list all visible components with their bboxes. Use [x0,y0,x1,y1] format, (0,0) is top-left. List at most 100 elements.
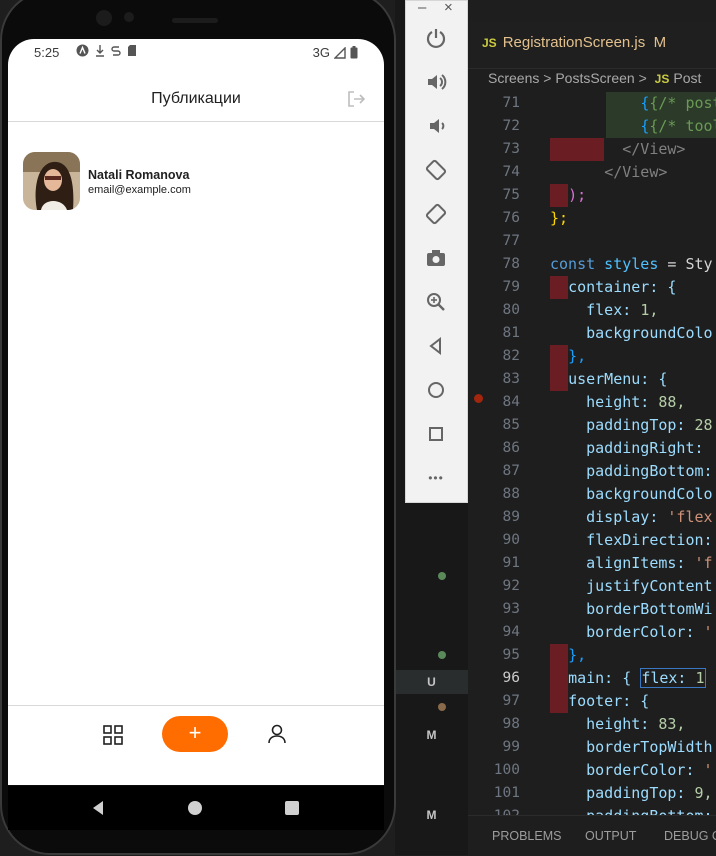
code-line[interactable]: display: 'flex [550,506,716,529]
code-line[interactable]: }; [550,207,716,230]
breadcrumb-item[interactable]: Post [673,70,701,86]
code-line[interactable]: paddingRight: [550,437,716,460]
zoom-icon[interactable] [420,287,452,317]
modified-badge: M [426,728,437,742]
breadcrumb-separator: > [638,70,647,86]
line-number: 92 [502,578,520,594]
code-line[interactable]: paddingBottom: [550,460,716,483]
line-number: 99 [502,739,520,755]
line-number: 91 [502,555,520,571]
code-line[interactable]: flex: 1, [550,299,716,322]
sync-notification-icon [111,46,121,56]
code-line[interactable]: paddingTop: 9, [550,782,716,805]
line-number: 90 [502,532,520,548]
phone-frame: 5:25 3G Публикации Natali Romanova email… [0,0,396,855]
rotate-left-icon[interactable] [420,155,452,185]
line-number: 86 [502,440,520,456]
rotate-right-icon[interactable] [420,199,452,229]
line-number: 97 [502,693,520,709]
power-icon[interactable] [420,23,452,53]
tab-bar: + [8,705,384,785]
code-line[interactable] [550,230,716,253]
home-icon[interactable] [420,375,452,405]
line-number: 78 [502,256,520,272]
battery-icon [350,46,358,59]
line-number: 72 [502,118,520,134]
front-camera [96,10,112,26]
code-line[interactable]: backgroundColo [550,322,716,345]
line-number: 83 [502,371,520,387]
line-number: 82 [502,348,520,364]
code-line[interactable]: alignItems: 'f [550,552,716,575]
download-notification-icon [96,45,104,57]
code-line[interactable]: borderColor: ' [550,759,716,782]
line-number: 85 [502,417,520,433]
sd-card-icon [128,45,136,56]
breadcrumb-item[interactable]: PostsScreen [555,70,634,86]
add-post-button[interactable]: + [162,716,228,752]
code-line[interactable]: backgroundColo [550,483,716,506]
logout-icon[interactable] [346,89,366,109]
code-line[interactable]: borderBottomWi [550,598,716,621]
code-line[interactable]: {{/* postli [550,92,716,115]
close-button[interactable]: × [444,0,453,16]
code-line[interactable]: footer: { [550,690,716,713]
tab-filename: RegistrationScreen.js [502,34,646,51]
user-name: Natali Romanova [88,168,190,182]
code-line[interactable]: }, [550,345,716,368]
profile-icon[interactable] [266,723,288,745]
line-number: 100 [493,762,520,778]
grid-icon[interactable] [103,725,123,745]
code-line[interactable]: const styles = Sty [550,253,716,276]
debug-console-tab[interactable]: DEBUG C [664,829,716,843]
code-line[interactable]: flexDirection: [550,529,716,552]
code-line[interactable]: borderTopWidth [550,736,716,759]
code-line[interactable]: userMenu: { [550,368,716,391]
more-icon[interactable]: ••• [420,463,452,493]
code-line[interactable]: paddingTop: 28 [550,414,716,437]
app-header: Публикации [8,67,384,122]
javascript-file-icon: JS [654,72,670,86]
git-status-dot [438,572,446,580]
code-line[interactable]: </View> [550,161,716,184]
line-number: 81 [502,325,520,341]
volume-down-icon[interactable] [420,111,452,141]
breadcrumb-separator: > [543,70,552,86]
breadcrumb: Screens > PostsScreen > JS Post [488,70,701,86]
code-line[interactable]: ); [550,184,716,207]
network-type: 3G [312,45,330,60]
volume-up-icon[interactable] [420,67,452,97]
back-icon[interactable] [420,331,452,361]
app-notification-icon [76,44,89,57]
code-line[interactable]: height: 88, [550,391,716,414]
code-line[interactable]: justifyContent [550,575,716,598]
user-email: email@example.com [88,184,191,196]
code-line[interactable]: height: 83, [550,713,716,736]
minimize-button[interactable]: – [418,0,426,16]
editor-tab[interactable]: JS RegistrationScreen.js M [482,34,666,51]
line-number-gutter: 71 72 73 74 75 76 77 78 79 80 81 82 83 84 85 86 87 88 89 90… [468,92,548,828]
overview-icon[interactable] [420,419,452,449]
untracked-badge: U [427,675,436,689]
code-line[interactable]: }, [550,644,716,667]
code-line[interactable]: </View> [550,138,716,161]
code-area[interactable]: {{/* postli {{/* toolba </View> </View> … [550,92,716,828]
emulator-toolbar: – × ••• [405,0,468,503]
code-line[interactable]: container: { [550,276,716,299]
problems-tab[interactable]: PROBLEMS [492,829,561,843]
phone-screen: 5:25 3G Публикации Natali Romanova email… [8,39,384,785]
code-line[interactable]: {{/* toolba [550,115,716,138]
nav-overview-icon[interactable] [284,800,300,816]
code-line[interactable]: borderColor: ' [550,621,716,644]
signal-icon [334,46,346,59]
breadcrumb-item[interactable]: Screens [488,70,539,86]
code-line[interactable]: main: { flex: 1 [550,667,716,690]
line-number: 77 [502,233,520,249]
nav-home-icon[interactable] [187,800,203,816]
line-number: 88 [502,486,520,502]
line-number: 98 [502,716,520,732]
nav-back-icon[interactable] [90,800,106,816]
output-tab[interactable]: OUTPUT [585,829,636,843]
camera-icon[interactable] [420,243,452,273]
line-number: 101 [493,785,520,801]
